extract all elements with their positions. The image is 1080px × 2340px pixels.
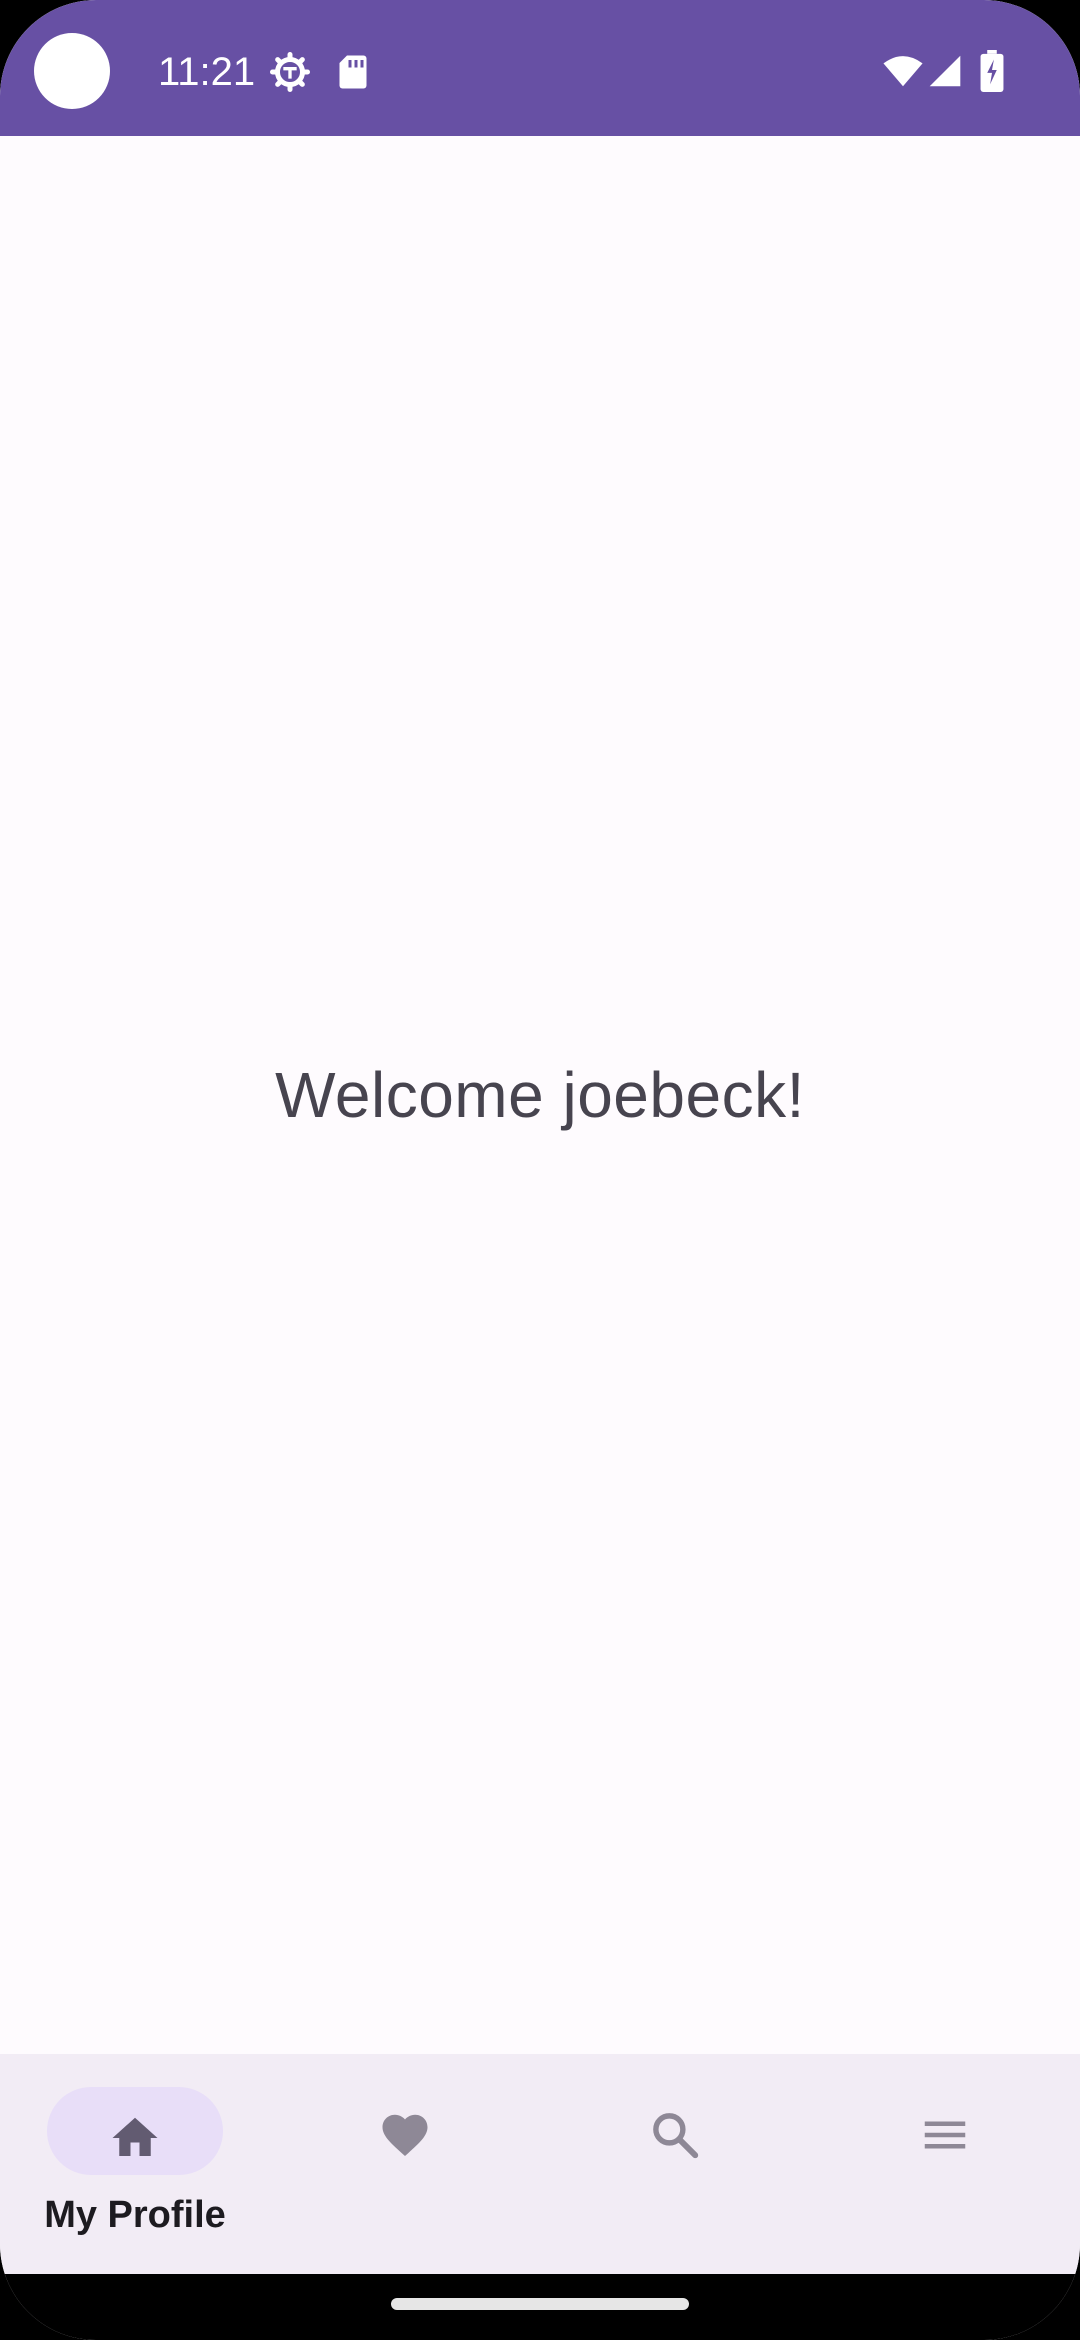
nav-label-my-profile: My Profile <box>44 2194 226 2236</box>
bottom-navigation: My Profile <box>0 2054 1080 2274</box>
welcome-message: Welcome joebeck! <box>275 1059 805 1131</box>
home-gesture-handle[interactable] <box>391 2298 689 2310</box>
battery-charging-icon <box>980 50 1004 92</box>
sd-card-icon <box>339 55 367 89</box>
menu-icon <box>924 2121 966 2149</box>
home-icon <box>112 2117 158 2156</box>
gesture-navigation-bar <box>0 2274 1080 2340</box>
phone-screen: 11:21 Welcome joebeck! My Profile <box>0 0 1080 2340</box>
nav-item-menu[interactable] <box>810 2054 1080 2274</box>
camera-cutout <box>34 33 110 109</box>
nav-item-search[interactable] <box>540 2054 810 2274</box>
main-content: Welcome joebeck! <box>0 136 1080 2054</box>
status-time: 11:21 <box>158 50 256 94</box>
status-bar: 11:21 <box>0 0 1080 136</box>
cell-signal-icon <box>929 55 961 87</box>
nav-item-favorites[interactable] <box>270 2054 540 2274</box>
nav-item-my-profile[interactable]: My Profile <box>0 2054 270 2274</box>
settings-icon <box>270 52 310 92</box>
search-icon <box>653 2113 699 2159</box>
wifi-icon <box>883 56 923 87</box>
heart-icon <box>382 2114 428 2157</box>
